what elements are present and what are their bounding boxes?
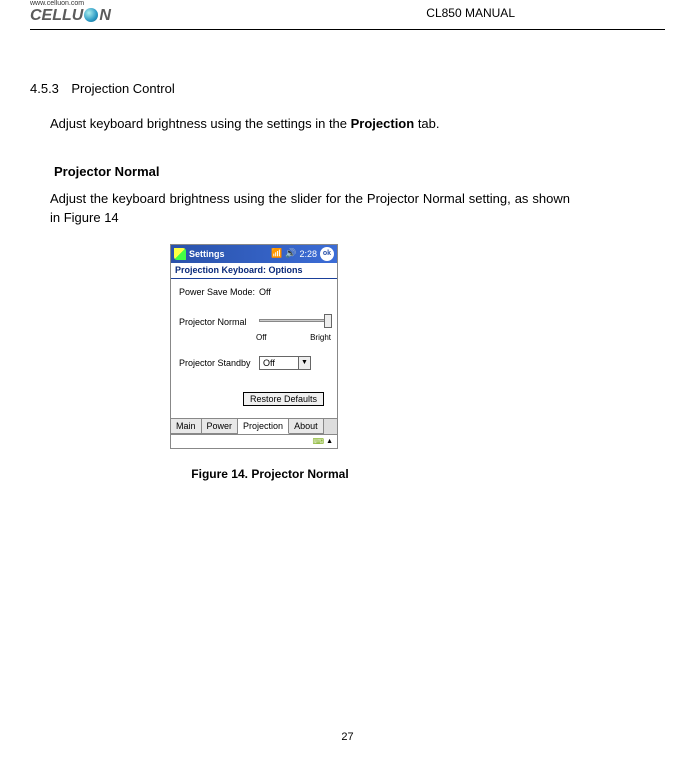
figure: Settings 📶 🔊 2:28 ok Projection Keyboard… bbox=[170, 244, 390, 481]
sip-bar: ⌨ ▲ bbox=[171, 434, 337, 448]
sub-paragraph: Adjust the keyboard brightness using the… bbox=[50, 189, 570, 228]
keyboard-icon[interactable]: ⌨ bbox=[313, 437, 325, 446]
intro-paragraph: Adjust keyboard brightness using the set… bbox=[50, 114, 570, 134]
projector-normal-value bbox=[259, 315, 331, 329]
signal-icon: 📶 bbox=[271, 248, 282, 259]
ok-button[interactable]: ok bbox=[320, 247, 334, 261]
logo-text-left: CELLU bbox=[30, 7, 83, 24]
intro-text-2: tab. bbox=[414, 116, 439, 131]
tab-projection[interactable]: Projection bbox=[238, 419, 289, 434]
start-bar: Settings 📶 🔊 2:28 ok bbox=[171, 245, 337, 263]
logo-url: www.celluon.com bbox=[30, 0, 111, 7]
intro-text-1: Adjust keyboard brightness using the set… bbox=[50, 116, 351, 131]
section-header: 4.5.3 Projection Control bbox=[30, 80, 635, 98]
start-left: Settings bbox=[174, 248, 225, 260]
power-save-value: Off bbox=[259, 287, 331, 297]
figure-caption: Figure 14. Projector Normal bbox=[170, 467, 370, 481]
brightness-slider[interactable] bbox=[259, 315, 331, 329]
chevron-down-icon[interactable]: ▼ bbox=[298, 357, 310, 369]
projector-standby-value: Off ▼ bbox=[259, 356, 331, 370]
slider-labels: Off Bright bbox=[256, 333, 331, 342]
sip-chevron-up-icon[interactable]: ▲ bbox=[326, 438, 333, 445]
projector-standby-label: Projector Standby bbox=[179, 358, 259, 368]
projector-normal-row: Projector Normal bbox=[179, 315, 331, 329]
start-right: 📶 🔊 2:28 ok bbox=[271, 247, 334, 261]
standby-dropdown[interactable]: Off ▼ bbox=[259, 356, 311, 370]
logo: www.celluon.com CELLU N bbox=[30, 0, 111, 25]
logo-text: CELLU N bbox=[30, 7, 111, 25]
sub-heading: Projector Normal bbox=[54, 164, 635, 179]
power-save-row: Power Save Mode: Off bbox=[179, 287, 331, 297]
slider-track bbox=[259, 319, 331, 322]
tab-main[interactable]: Main bbox=[171, 419, 202, 434]
tab-about[interactable]: About bbox=[289, 419, 324, 434]
projector-standby-row: Projector Standby Off ▼ bbox=[179, 356, 331, 370]
section-number: 4.5.3 bbox=[30, 81, 59, 96]
manual-title: CL850 MANUAL bbox=[426, 6, 515, 20]
device-body: Power Save Mode: Off Projector Normal bbox=[171, 279, 337, 418]
tabs: Main Power Projection About bbox=[171, 418, 337, 434]
slider-max: Bright bbox=[310, 333, 331, 342]
slider-thumb[interactable] bbox=[324, 314, 332, 328]
content: 4.5.3 Projection Control Adjust keyboard… bbox=[30, 80, 635, 481]
section-title: Projection Control bbox=[71, 81, 174, 96]
windows-icon[interactable] bbox=[174, 248, 186, 260]
slider-labels-row: Off Bright bbox=[179, 331, 331, 342]
device-screenshot: Settings 📶 🔊 2:28 ok Projection Keyboard… bbox=[170, 244, 338, 449]
projector-normal-label: Projector Normal bbox=[179, 317, 259, 327]
page-number: 27 bbox=[341, 731, 353, 743]
intro-bold: Projection bbox=[351, 116, 415, 131]
dropdown-value: Off bbox=[263, 358, 275, 368]
page-header: www.celluon.com CELLU N CL850 MANUAL bbox=[30, 0, 665, 30]
start-label: Settings bbox=[189, 249, 225, 259]
slider-min: Off bbox=[256, 333, 267, 342]
globe-icon bbox=[84, 8, 98, 22]
tab-power[interactable]: Power bbox=[202, 419, 239, 434]
restore-defaults-button[interactable]: Restore Defaults bbox=[243, 392, 324, 406]
time: 2:28 bbox=[299, 249, 317, 259]
logo-text-right: N bbox=[99, 7, 111, 24]
power-save-label: Power Save Mode: bbox=[179, 287, 259, 297]
speaker-icon[interactable]: 🔊 bbox=[285, 248, 296, 259]
subtitle-bar: Projection Keyboard: Options bbox=[171, 263, 337, 279]
